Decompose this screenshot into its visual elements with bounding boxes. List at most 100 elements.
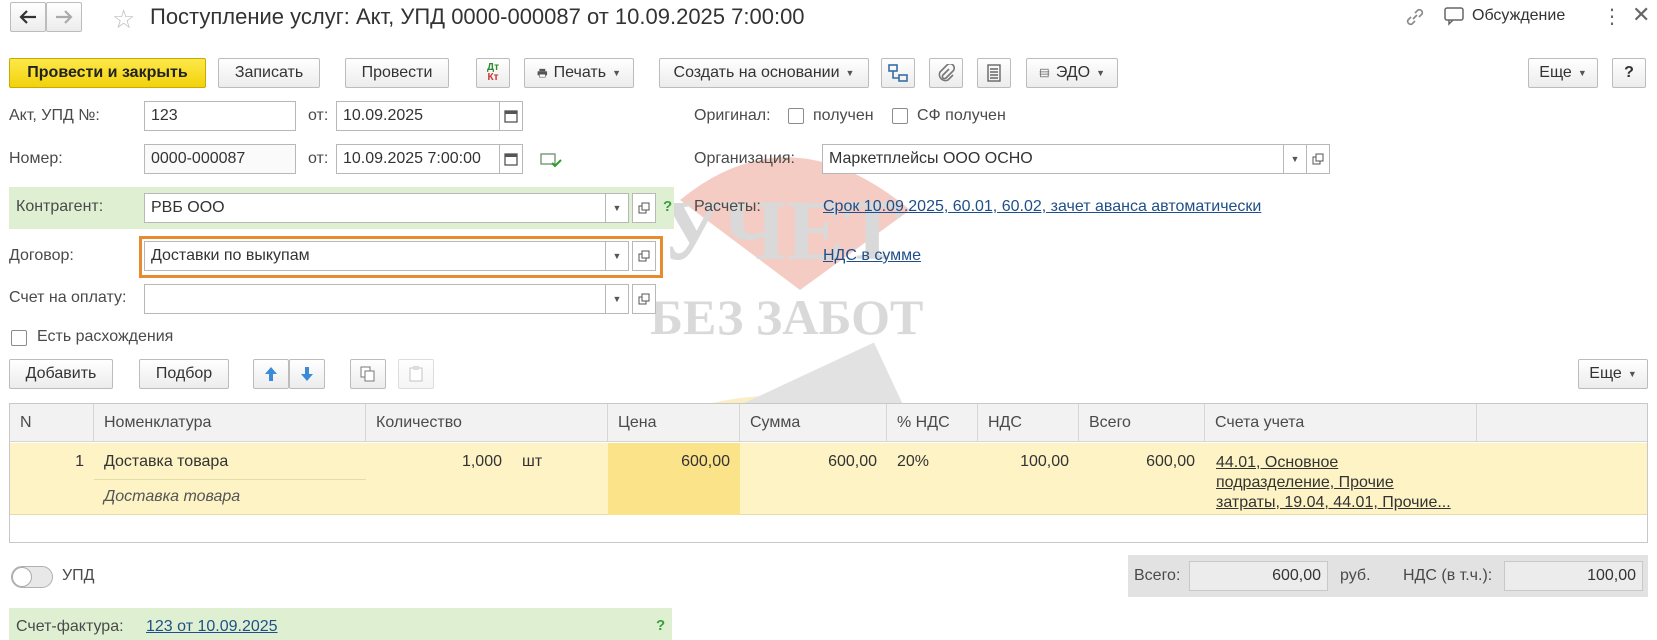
arrow-up-icon [265, 367, 277, 381]
status-check-icon [540, 151, 562, 173]
counterparty-dropdown-button[interactable]: ▼ [605, 193, 629, 223]
upd-label: УПД [62, 567, 95, 584]
add-button[interactable]: Добавить [9, 359, 113, 389]
paste-row-button[interactable] [398, 359, 434, 389]
row-accounts-line3[interactable]: затраты, 19.04, 44.01, Прочие... [1216, 493, 1451, 513]
open-icon [638, 202, 650, 214]
row-item-content[interactable]: Доставка товара [104, 488, 240, 506]
open-icon [638, 250, 650, 262]
structure-icon [888, 64, 908, 82]
col-price[interactable]: Цена [608, 404, 740, 442]
invoice-open-button[interactable] [632, 284, 656, 314]
col-quantity[interactable]: Количество [366, 404, 608, 442]
print-label: Печать [553, 64, 607, 81]
number-field[interactable]: 0000-000087 [144, 144, 296, 174]
col-vat-rate[interactable]: % НДС [887, 404, 978, 442]
settlements-label: Расчеты: [694, 198, 761, 215]
chevron-down-icon: ▼ [1577, 68, 1587, 78]
discrepancy-checkbox[interactable] [11, 330, 27, 346]
invoice-label: Счет на оплату: [9, 289, 127, 306]
row-accounts-line1[interactable]: 44.01, Основное [1216, 453, 1338, 473]
print-button[interactable]: Печать ▼ [524, 58, 634, 88]
counterparty-field[interactable]: РВБ ООО [144, 193, 606, 223]
watermark-line2: БЕЗ ЗАБОТ [650, 289, 924, 345]
act-label: Акт, УПД №: [9, 107, 100, 124]
organization-dropdown-button[interactable]: ▼ [1283, 144, 1307, 174]
back-button[interactable] [10, 2, 46, 32]
vat-in-sum-link[interactable]: НДС в сумме [823, 246, 921, 266]
structure-button[interactable] [881, 58, 915, 88]
discussion-label: Обсуждение [1472, 7, 1566, 24]
create-based-on-button[interactable]: Создать на основании ▼ [659, 58, 869, 88]
table-more-label: Еще [1589, 365, 1622, 382]
row-item[interactable]: Доставка товара [104, 453, 228, 471]
pick-button[interactable]: Подбор [139, 359, 229, 389]
save-button[interactable]: Записать [218, 58, 320, 88]
col-accounts[interactable]: Счета учета [1205, 404, 1477, 442]
open-icon [1312, 153, 1324, 165]
forward-button[interactable] [46, 2, 82, 32]
invoice-field[interactable] [144, 284, 606, 314]
col-sum[interactable]: Сумма [740, 404, 887, 442]
more-button[interactable]: Еще ▼ [1528, 58, 1598, 88]
received-checkbox[interactable] [788, 108, 804, 124]
number-date-calendar-button[interactable] [499, 144, 523, 174]
post-button[interactable]: Провести [345, 58, 449, 88]
row-quantity[interactable]: 1,000 [366, 453, 502, 471]
invoice-dropdown-button[interactable]: ▼ [605, 284, 629, 314]
col-total[interactable]: Всего [1079, 404, 1205, 442]
chevron-down-icon: ▼ [1627, 369, 1637, 379]
chevron-down-icon: ▼ [1096, 68, 1105, 78]
upd-toggle[interactable] [11, 566, 53, 588]
contract-open-button[interactable] [632, 241, 656, 271]
row-total[interactable]: 600,00 [1079, 453, 1195, 471]
col-n[interactable]: N [10, 404, 94, 442]
row-price[interactable]: 600,00 [608, 453, 730, 471]
act-date-field[interactable]: 10.09.2025 [336, 101, 500, 131]
row-unit[interactable]: шт [522, 453, 542, 471]
act-number-field[interactable]: 123 [144, 101, 296, 131]
edo-icon [1039, 68, 1050, 78]
open-icon [638, 293, 650, 305]
contract-dropdown-button[interactable]: ▼ [605, 241, 629, 271]
counterparty-open-button[interactable] [632, 193, 656, 223]
settlements-link[interactable]: Срок 10.09.2025, 60.01, 60.02, зачет ава… [823, 197, 1261, 217]
calendar-icon [504, 110, 518, 123]
row-vat-rate[interactable]: 20% [897, 453, 929, 471]
row-sum[interactable]: 600,00 [740, 453, 877, 471]
move-up-button[interactable] [253, 359, 289, 389]
sf-received-checkbox[interactable] [892, 108, 908, 124]
col-vat[interactable]: НДС [978, 404, 1079, 442]
col-nomenclature[interactable]: Номенклатура [94, 404, 366, 442]
invoice-factura-help-icon[interactable]: ? [656, 617, 665, 634]
move-down-button[interactable] [289, 359, 325, 389]
discussion-button[interactable]: Обсуждение [1444, 6, 1565, 26]
copy-row-button[interactable] [350, 359, 386, 389]
total-field: 600,00 [1189, 561, 1328, 591]
row-vat[interactable]: 100,00 [978, 453, 1069, 471]
upd-toggle-knob [12, 567, 32, 587]
row-accounts-line2[interactable]: подразделение, Прочие [1216, 473, 1394, 493]
dt-kt-button[interactable]: Дт Кт [476, 58, 510, 88]
organization-open-button[interactable] [1306, 144, 1330, 174]
help-button[interactable]: ? [1612, 58, 1646, 88]
post-and-close-button[interactable]: Провести и закрыть [9, 58, 206, 88]
attach-button[interactable] [929, 58, 963, 88]
close-icon[interactable]: ✕ [1632, 2, 1650, 28]
number-date-field[interactable]: 10.09.2025 7:00:00 [336, 144, 500, 174]
contract-field[interactable]: Доставки по выкупам [144, 241, 606, 271]
chat-icon [1444, 7, 1464, 26]
table-more-button[interactable]: Еще ▼ [1578, 359, 1648, 389]
invoice-factura-link[interactable]: 123 от 10.09.2025 [146, 617, 278, 637]
page-title: Поступление услуг: Акт, УПД 0000-000087 … [150, 4, 805, 29]
chevron-down-icon: ▼ [612, 68, 621, 78]
chevron-down-icon: ▼ [845, 68, 855, 78]
edo-button[interactable]: ЭДО ▼ [1026, 58, 1118, 88]
document-list-button[interactable] [977, 58, 1011, 88]
act-date-calendar-button[interactable] [499, 101, 523, 131]
organization-field[interactable]: Маркетплейсы ООО ОСНО [822, 144, 1284, 174]
counterparty-help-icon[interactable]: ? [663, 198, 672, 215]
link-icon[interactable] [1404, 6, 1426, 32]
kebab-menu-icon[interactable]: ⋮ [1602, 4, 1622, 29]
favorite-star-icon[interactable]: ☆ [112, 4, 135, 35]
